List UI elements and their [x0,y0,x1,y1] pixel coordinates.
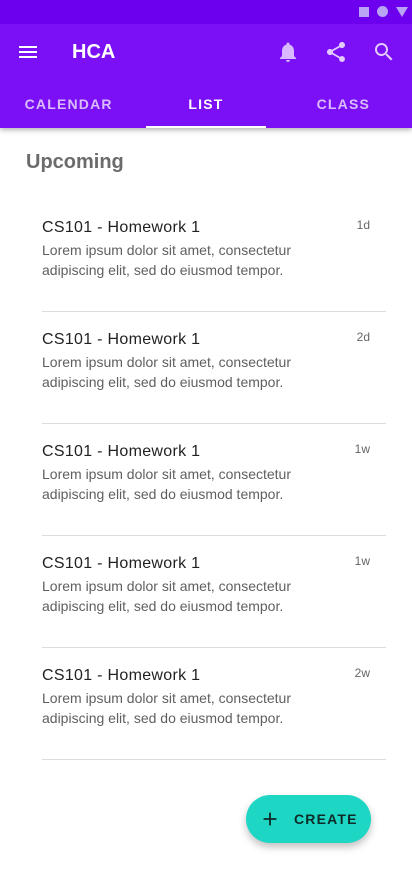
item-time: 2w [354,666,370,680]
plus-icon [263,812,277,826]
item-time: 1w [354,554,370,568]
app-title: HCA [72,41,116,63]
tab-class[interactable]: CLASS [275,80,412,128]
item-description: Lorem ipsum dolor sit amet, consectetur … [42,242,291,278]
list-item[interactable]: CS101 - Homework 1 Lorem ipsum dolor sit… [42,536,386,648]
triangle-icon [396,6,408,17]
circle-icon [377,6,388,17]
item-title: CS101 - Homework 1 [42,667,201,684]
item-time: 2d [356,330,370,344]
item-title: CS101 - Homework 1 [42,331,201,348]
list-item[interactable]: CS101 - Homework 1 Lorem ipsum dolor sit… [42,424,386,536]
status-icons [359,6,408,17]
assignment-list: CS101 - Homework 1 Lorem ipsum dolor sit… [42,200,386,760]
status-bar [0,0,412,24]
item-title: CS101 - Homework 1 [42,219,201,236]
toolbar: HCA [0,24,412,80]
app-bar: HCA CALENDAR LIST CLASS [0,0,412,128]
list-item[interactable]: CS101 - Homework 1 Lorem ipsum dolor sit… [42,200,386,312]
search-icon[interactable] [372,40,396,64]
list-item[interactable]: CS101 - Homework 1 Lorem ipsum dolor sit… [42,648,386,760]
item-time: 1d [356,218,370,232]
item-description: Lorem ipsum dolor sit amet, consectetur … [42,690,291,726]
item-description: Lorem ipsum dolor sit amet, consectetur … [42,466,291,502]
tab-list[interactable]: LIST [137,80,274,128]
item-title: CS101 - Homework 1 [42,555,201,572]
item-time: 1w [354,442,370,456]
section-title: Upcoming [26,151,124,173]
tab-calendar[interactable]: CALENDAR [0,80,137,128]
tab-bar: CALENDAR LIST CLASS [0,80,412,128]
square-icon [359,6,369,17]
item-description: Lorem ipsum dolor sit amet, consectetur … [42,354,291,390]
bell-icon[interactable] [276,40,300,64]
create-button[interactable]: CREATE [246,795,371,843]
create-button-label: CREATE [294,811,358,827]
menu-icon[interactable] [16,40,40,64]
list-item[interactable]: CS101 - Homework 1 Lorem ipsum dolor sit… [42,312,386,424]
item-title: CS101 - Homework 1 [42,443,201,460]
item-description: Lorem ipsum dolor sit amet, consectetur … [42,578,291,614]
share-icon[interactable] [324,40,348,64]
